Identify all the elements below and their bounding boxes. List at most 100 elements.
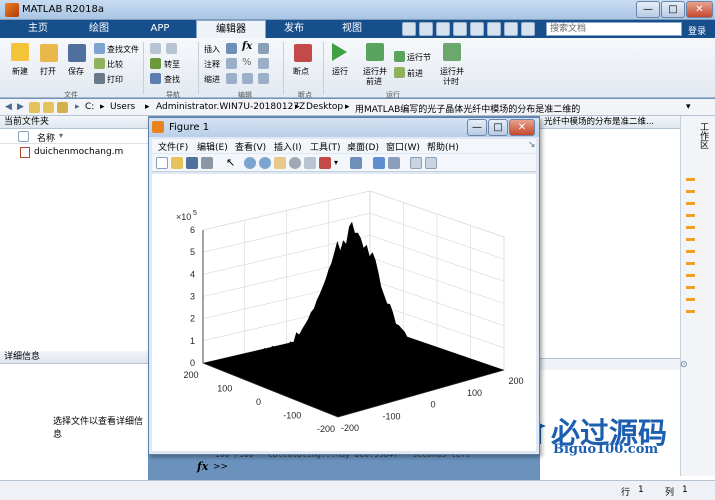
decrease-indent-icon[interactable] <box>258 73 269 84</box>
cut-icon[interactable] <box>419 22 433 36</box>
menu-view[interactable]: 查看(V) <box>235 140 266 153</box>
redo-icon[interactable] <box>487 22 501 36</box>
path-dropdown-icon[interactable]: ▾ <box>686 102 691 112</box>
smart-indent-icon[interactable] <box>226 73 237 84</box>
find-files-button[interactable]: 查找文件 <box>107 44 139 55</box>
code-analyzer-mark[interactable] <box>686 202 695 205</box>
indent-button[interactable]: 缩进 <box>204 74 220 85</box>
path-segment-users[interactable]: Users <box>110 102 135 112</box>
code-analyzer-mark[interactable] <box>686 226 695 229</box>
surface-plot[interactable]: 0123456×10 52001000-100-200 -200-100010020… <box>152 174 536 451</box>
file-list-item[interactable]: duichenmochang.m <box>34 147 123 157</box>
figure-title-bar[interactable]: Figure 1 — □ ✕ <box>149 118 539 137</box>
comment-icon[interactable] <box>226 58 237 69</box>
tab-publish[interactable]: 发布 <box>268 20 320 38</box>
path-segment-folder[interactable]: 用MATLAB编写的光子晶体光纤中模场的分布是准二维的 <box>355 102 580 115</box>
fx-prompt-icon[interactable]: fx <box>197 460 208 473</box>
data-cursor-icon[interactable] <box>304 157 316 169</box>
menu-tools[interactable]: 工具(T) <box>310 140 341 153</box>
run-time-icon[interactable] <box>443 43 461 61</box>
save-figure-icon[interactable] <box>186 157 198 169</box>
undo-icon[interactable] <box>470 22 484 36</box>
code-analyzer-mark[interactable] <box>686 178 695 181</box>
code-analyzer-mark[interactable] <box>686 250 695 253</box>
editor-tab-title[interactable]: 光纤中模场的分布是准二维... <box>540 116 680 129</box>
rotate-3d-icon[interactable] <box>289 157 301 169</box>
show-plot-tools-icon[interactable] <box>425 157 437 169</box>
insert-button[interactable]: 插入 <box>204 44 220 55</box>
figure-maximize-button[interactable]: □ <box>488 119 508 136</box>
maximize-button[interactable]: □ <box>661 1 685 18</box>
menu-dock-icon[interactable]: ↘ <box>528 140 536 150</box>
figure-close-button[interactable]: ✕ <box>509 119 535 136</box>
brush-icon[interactable] <box>319 157 331 169</box>
tab-home[interactable]: 主页 <box>14 20 62 38</box>
menu-file[interactable]: 文件(F) <box>158 140 188 153</box>
open-button[interactable]: 打开 <box>40 66 56 77</box>
percent-comment-icon[interactable]: % <box>242 57 252 68</box>
tab-view[interactable]: 视图 <box>326 20 378 38</box>
command-prompt[interactable]: >> <box>213 462 228 472</box>
uncomment-icon[interactable] <box>258 58 269 69</box>
code-analyzer-mark[interactable] <box>686 310 695 313</box>
sort-arrow-icon[interactable]: ▾ <box>59 131 63 140</box>
run-advance-icon[interactable] <box>366 43 384 61</box>
run-button[interactable]: 运行 <box>332 66 348 77</box>
search-input[interactable]: 搜索文档 <box>546 22 682 36</box>
new-button[interactable]: 新建 <box>12 66 28 77</box>
code-analyzer-mark[interactable] <box>686 274 695 277</box>
tab-editor[interactable]: 编辑器 <box>196 20 266 38</box>
print-figure-icon[interactable] <box>201 157 213 169</box>
run-time-label-2[interactable]: 计时 <box>443 76 459 87</box>
minimize-button[interactable]: — <box>636 1 660 18</box>
code-analyzer-mark[interactable] <box>686 298 695 301</box>
open-folder-icon[interactable] <box>40 44 58 62</box>
save-button[interactable]: 保存 <box>68 66 84 77</box>
forward-nav-icon[interactable] <box>166 43 177 54</box>
save-icon[interactable] <box>68 44 86 62</box>
name-column-header[interactable]: 名称 <box>37 131 55 144</box>
login-link[interactable]: 登录 <box>688 24 706 37</box>
zoom-in-icon[interactable] <box>244 157 256 169</box>
tab-apps[interactable]: APP <box>134 20 186 38</box>
menu-desktop[interactable]: 桌面(D) <box>347 140 379 153</box>
code-analyzer-mark[interactable] <box>686 214 695 217</box>
insert-section-icon[interactable] <box>226 43 237 54</box>
brush-dropdown-icon[interactable]: ▾ <box>334 158 338 167</box>
comment-button[interactable]: 注释 <box>204 59 220 70</box>
run-advance-label-2[interactable]: 前进 <box>366 76 382 87</box>
path-segment-desktop[interactable]: Desktop <box>306 102 343 112</box>
menu-edit[interactable]: 编辑(E) <box>197 140 228 153</box>
path-segment-c[interactable]: C: <box>85 102 94 112</box>
path-segment-admin[interactable]: Administrator.WIN7U-20180127Z <box>156 102 305 112</box>
forward-arrow-icon[interactable]: ▶ <box>17 102 24 112</box>
compare-button[interactable]: 比较 <box>107 59 123 70</box>
find-button[interactable]: 查找 <box>164 74 180 85</box>
address-bar[interactable]: ◀ ▶ ▸ C: ▸ Users ▸ Administrator.WIN7U-2… <box>0 99 715 116</box>
new-figure-icon[interactable] <box>156 157 168 169</box>
back-arrow-icon[interactable]: ◀ <box>5 102 12 112</box>
paste-icon[interactable] <box>453 22 467 36</box>
insert-function-icon[interactable] <box>258 43 269 54</box>
column-header[interactable]: 名称 ▾ <box>0 130 148 144</box>
breakpoints-icon[interactable] <box>294 44 312 62</box>
link-plot-icon[interactable] <box>350 157 362 169</box>
figure-minimize-button[interactable]: — <box>467 119 487 136</box>
command-options-icon[interactable]: ⊙ <box>680 360 688 370</box>
copy-icon[interactable] <box>436 22 450 36</box>
browse-folder-icon[interactable] <box>43 102 54 113</box>
back-nav-icon[interactable] <box>150 43 161 54</box>
switch-windows-icon[interactable] <box>504 22 518 36</box>
code-analyzer-mark[interactable] <box>686 238 695 241</box>
fx-insert-icon[interactable]: fx <box>242 41 252 52</box>
code-analyzer-mark[interactable] <box>686 262 695 265</box>
code-analyzer-mark[interactable] <box>686 286 695 289</box>
code-analyzer-mark[interactable] <box>686 190 695 193</box>
plot-area[interactable]: 0 1 2 3 4 5 6 ×10 5 200 100 0 -100 -200 -200 -100 0 100 20… <box>152 174 536 451</box>
breakpoints-button[interactable]: 断点 <box>293 66 309 77</box>
folder-up-icon[interactable] <box>29 102 40 113</box>
menu-insert[interactable]: 插入(I) <box>274 140 302 153</box>
run-section-button[interactable]: 运行节 <box>407 52 431 63</box>
run-icon[interactable] <box>332 43 347 61</box>
menu-window[interactable]: 窗口(W) <box>386 140 420 153</box>
